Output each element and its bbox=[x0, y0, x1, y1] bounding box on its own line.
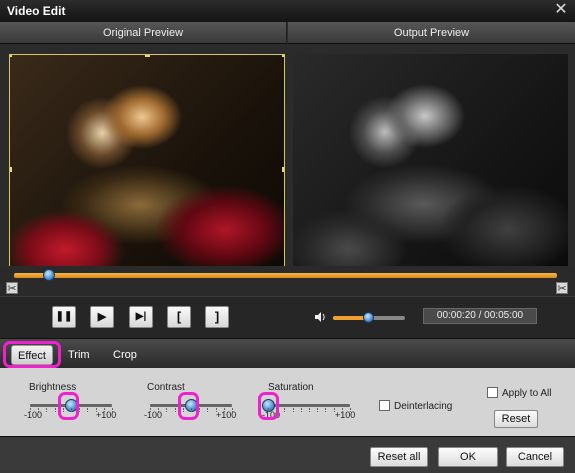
slider-tick bbox=[166, 408, 168, 412]
slider-tick bbox=[62, 408, 64, 412]
output-preview-video bbox=[293, 54, 568, 284]
tab-crop[interactable]: Crop bbox=[107, 345, 143, 365]
slider-tick bbox=[317, 408, 319, 412]
slider-tick bbox=[30, 408, 31, 412]
timeline[interactable]: ✂ ✂ bbox=[0, 266, 575, 296]
highlight-saturation-thumb bbox=[258, 392, 279, 420]
slider-tick bbox=[292, 408, 294, 412]
footer: Reset all OK Cancel bbox=[0, 436, 575, 473]
cancel-button[interactable]: Cancel bbox=[506, 447, 564, 467]
edit-tabs: Effect Trim Crop bbox=[0, 338, 575, 368]
slider-tick bbox=[182, 408, 184, 412]
saturation-track[interactable] bbox=[268, 404, 350, 407]
effect-panel: Brightness -100 +100 Contrast -100 +100 … bbox=[0, 368, 575, 436]
trim-end-scissor-icon[interactable]: ✂ bbox=[556, 282, 568, 295]
brightness-min: -100 bbox=[24, 410, 43, 420]
speaker-icon bbox=[315, 312, 325, 322]
timeline-playhead[interactable] bbox=[43, 269, 56, 281]
close-icon[interactable]: ✕ bbox=[553, 2, 569, 18]
pause-button[interactable]: ❚❚ bbox=[52, 306, 76, 328]
contrast-max: +100 bbox=[216, 410, 237, 420]
slider-tick bbox=[95, 408, 97, 412]
preview-area: Original Preview Output Preview bbox=[0, 22, 575, 284]
volume-thumb[interactable] bbox=[363, 312, 374, 323]
playback-controls: ❚❚ ▶ ▶| [ ] 00:00:20 / 00:05:00 bbox=[0, 296, 575, 338]
apply-to-all-checkbox[interactable] bbox=[487, 387, 498, 398]
slider-tick bbox=[54, 408, 56, 412]
slider-tick bbox=[112, 408, 113, 412]
slider-tick bbox=[150, 408, 151, 412]
deinterlacing-checkbox[interactable] bbox=[379, 400, 390, 411]
slider-tick bbox=[87, 408, 89, 412]
slider-tick bbox=[174, 408, 176, 412]
slider-tick bbox=[284, 408, 286, 412]
slider-tick bbox=[215, 408, 217, 412]
ok-button[interactable]: OK bbox=[438, 447, 498, 467]
slider-tick bbox=[199, 408, 201, 412]
play-button[interactable]: ▶ bbox=[90, 306, 114, 328]
slider-tick bbox=[223, 408, 225, 412]
crop-handle-top-right[interactable] bbox=[282, 55, 284, 57]
saturation-max: +100 bbox=[335, 410, 356, 420]
slider-tick bbox=[191, 408, 192, 412]
slider-tick bbox=[232, 408, 233, 412]
crop-handle-top-left[interactable] bbox=[10, 55, 12, 57]
trim-start-scissor-icon[interactable]: ✂ bbox=[6, 282, 18, 295]
volume-icon[interactable] bbox=[314, 311, 326, 326]
slider-tick bbox=[300, 408, 302, 412]
slider-tick bbox=[341, 408, 343, 412]
contrast-min: -100 bbox=[144, 410, 163, 420]
reset-button[interactable]: Reset bbox=[494, 410, 538, 428]
slider-tick bbox=[46, 408, 48, 412]
slider-tick bbox=[276, 408, 278, 412]
slider-tick bbox=[350, 408, 351, 412]
reset-all-button[interactable]: Reset all bbox=[370, 447, 428, 467]
volume-slider[interactable] bbox=[333, 312, 405, 323]
saturation-label: Saturation bbox=[268, 382, 314, 393]
crop-handle-middle-left[interactable] bbox=[10, 167, 12, 172]
original-preview-video[interactable] bbox=[9, 54, 285, 284]
highlight-brightness-thumb bbox=[58, 392, 79, 420]
mark-in-button[interactable]: [ bbox=[167, 306, 191, 328]
step-forward-button[interactable]: ▶| bbox=[129, 306, 153, 328]
tab-trim[interactable]: Trim bbox=[62, 345, 96, 365]
slider-tick bbox=[103, 408, 105, 412]
slider-tick bbox=[325, 408, 327, 412]
apply-to-all-label: Apply to All bbox=[502, 388, 552, 399]
highlight-effect-tab bbox=[3, 341, 61, 368]
timeline-track[interactable] bbox=[14, 273, 557, 278]
title-bar: Video Edit ✕ bbox=[0, 0, 575, 22]
brightness-max: +100 bbox=[96, 410, 117, 420]
slider-tick bbox=[71, 408, 72, 412]
crop-handle-top-center[interactable] bbox=[145, 55, 150, 57]
slider-tick bbox=[207, 408, 209, 412]
crop-handle-middle-right[interactable] bbox=[282, 167, 284, 172]
output-preview-header: Output Preview bbox=[288, 22, 575, 44]
slider-tick bbox=[333, 408, 335, 412]
slider-tick bbox=[268, 408, 269, 412]
original-preview-header: Original Preview bbox=[0, 22, 287, 44]
contrast-label: Contrast bbox=[147, 382, 185, 393]
slider-tick bbox=[309, 408, 310, 412]
window-title: Video Edit bbox=[7, 4, 66, 18]
slider-tick bbox=[158, 408, 160, 412]
deinterlacing-label: Deinterlacing bbox=[394, 401, 453, 412]
mark-out-button[interactable]: ] bbox=[205, 306, 229, 328]
time-display: 00:00:20 / 00:05:00 bbox=[423, 308, 537, 324]
slider-tick bbox=[38, 408, 40, 412]
highlight-contrast-thumb bbox=[178, 392, 199, 420]
slider-tick bbox=[79, 408, 81, 412]
